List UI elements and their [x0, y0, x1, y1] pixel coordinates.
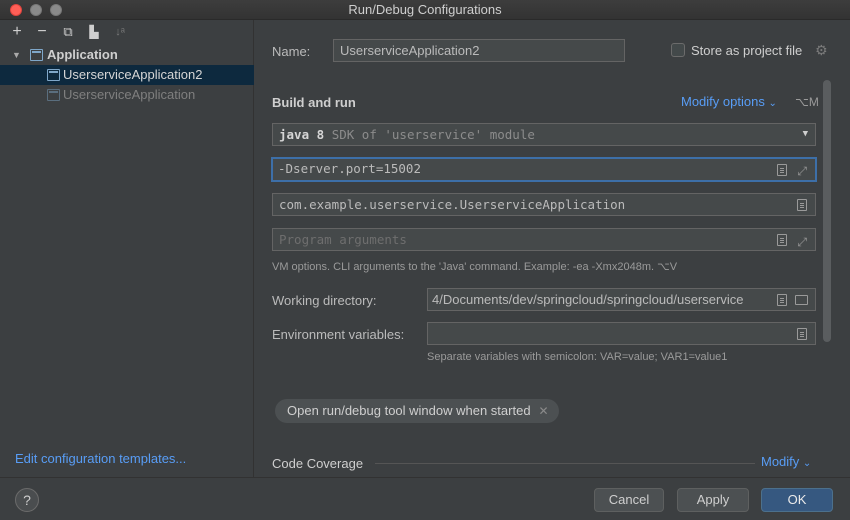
vertical-scrollbar[interactable] [823, 80, 831, 342]
chevron-down-icon: ⌄ [768, 98, 777, 109]
section-divider [375, 463, 755, 464]
name-field[interactable]: UserserviceApplication2 [333, 39, 625, 62]
application-icon [47, 69, 60, 81]
chevron-down-icon[interactable]: ▼ [12, 45, 21, 65]
build-and-run-title: Build and run [272, 95, 356, 110]
configuration-tree: ▼ Application UserserviceApplication2 Us… [0, 45, 254, 105]
sidebar-toolbar: + − ⧉ ▙ ↓ᵃ [0, 20, 254, 44]
copy-configuration-icon[interactable]: ⧉ [59, 23, 77, 41]
apply-button[interactable]: Apply [677, 488, 749, 512]
modify-options-link[interactable]: Modify options ⌄ [681, 94, 777, 109]
edit-configuration-templates-link[interactable]: Edit configuration templates... [15, 451, 186, 466]
modify-label: Modify [761, 454, 800, 469]
edit-text-icon[interactable] [777, 164, 787, 176]
expand-icon[interactable]: ⤢ [797, 232, 807, 250]
environment-variables-hint: Separate variables with semicolon: VAR=v… [427, 351, 728, 363]
browse-class-icon[interactable] [797, 199, 807, 211]
sdk-name: java 8 [279, 127, 325, 142]
cancel-button[interactable]: Cancel [594, 488, 664, 512]
window-title: Run/Debug Configurations [348, 2, 502, 17]
store-as-project-file-label: Store as project file [691, 43, 803, 58]
store-as-project-file-checkbox[interactable] [671, 43, 685, 57]
dropdown-arrow-icon: ▼ [802, 129, 808, 139]
macros-icon[interactable] [777, 294, 787, 306]
modify-options-label: Modify options [681, 94, 765, 109]
program-arguments-field[interactable]: Program arguments ⤢ [272, 228, 816, 251]
sdk-detail: SDK of 'userservice' module [331, 127, 535, 142]
edit-env-icon[interactable] [797, 328, 807, 340]
tree-item-userserviceapplication2[interactable]: UserserviceApplication2 [0, 65, 254, 85]
gear-icon[interactable]: ⚙ [815, 42, 828, 59]
dialog-footer: ? Cancel Apply OK [0, 477, 850, 520]
application-icon [47, 89, 60, 101]
working-directory-field[interactable]: 4/Documents/dev/springcloud/springcloud/… [427, 288, 816, 311]
configuration-editor: Name: UserserviceApplication2 Store as p… [255, 20, 850, 477]
folder-icon[interactable] [795, 295, 808, 305]
vm-options-field[interactable]: -Dserver.port=15002 ⤢ [271, 157, 817, 182]
main-class-field[interactable]: com.example.userservice.UserserviceAppli… [272, 193, 816, 216]
tree-item-userserviceapplication[interactable]: UserserviceApplication [0, 85, 254, 105]
modify-options-shortcut: ⌥M [795, 95, 819, 109]
chip-label: Open run/debug tool window when started [287, 403, 531, 418]
code-coverage-title: Code Coverage [272, 456, 364, 471]
edit-text-icon[interactable] [777, 234, 787, 246]
vm-options-hint: VM options. CLI arguments to the 'Java' … [272, 261, 678, 273]
sort-icon[interactable]: ↓ᵃ [111, 23, 129, 41]
tree-group-application[interactable]: ▼ Application [0, 45, 254, 65]
application-icon [30, 49, 43, 61]
main-class-value: com.example.userservice.UserserviceAppli… [279, 197, 626, 212]
environment-variables-field[interactable] [427, 322, 816, 345]
new-folder-icon[interactable]: ▙ [85, 23, 103, 41]
expand-icon[interactable]: ⤢ [797, 162, 807, 180]
configurations-sidebar: + − ⧉ ▙ ↓ᵃ ▼ Application UserserviceAppl… [0, 20, 254, 477]
program-arguments-placeholder: Program arguments [279, 232, 407, 247]
title-bar: Run/Debug Configurations [0, 0, 850, 20]
code-coverage-modify-link[interactable]: Modify ⌄ [761, 454, 811, 469]
ok-button[interactable]: OK [761, 488, 833, 512]
working-directory-value: 4/Documents/dev/springcloud/springcloud/… [432, 292, 744, 307]
tree-item-label: UserserviceApplication2 [63, 67, 203, 82]
help-button[interactable]: ? [15, 488, 39, 512]
open-tool-window-option-chip[interactable]: Open run/debug tool window when started … [275, 399, 559, 423]
jre-select[interactable]: java 8 SDK of 'userservice' module ▼ [272, 123, 816, 146]
tree-item-label: UserserviceApplication [63, 87, 196, 102]
environment-variables-label: Environment variables: [272, 327, 405, 342]
working-directory-label: Working directory: [272, 293, 377, 308]
name-label: Name: [272, 44, 311, 59]
close-icon[interactable]: ✕ [538, 399, 548, 423]
add-configuration-button[interactable]: + [8, 23, 26, 41]
remove-configuration-button[interactable]: − [33, 23, 51, 41]
tree-group-label: Application [47, 47, 118, 62]
vm-options-value: -Dserver.port=15002 [278, 161, 421, 176]
chevron-down-icon: ⌄ [802, 458, 812, 469]
